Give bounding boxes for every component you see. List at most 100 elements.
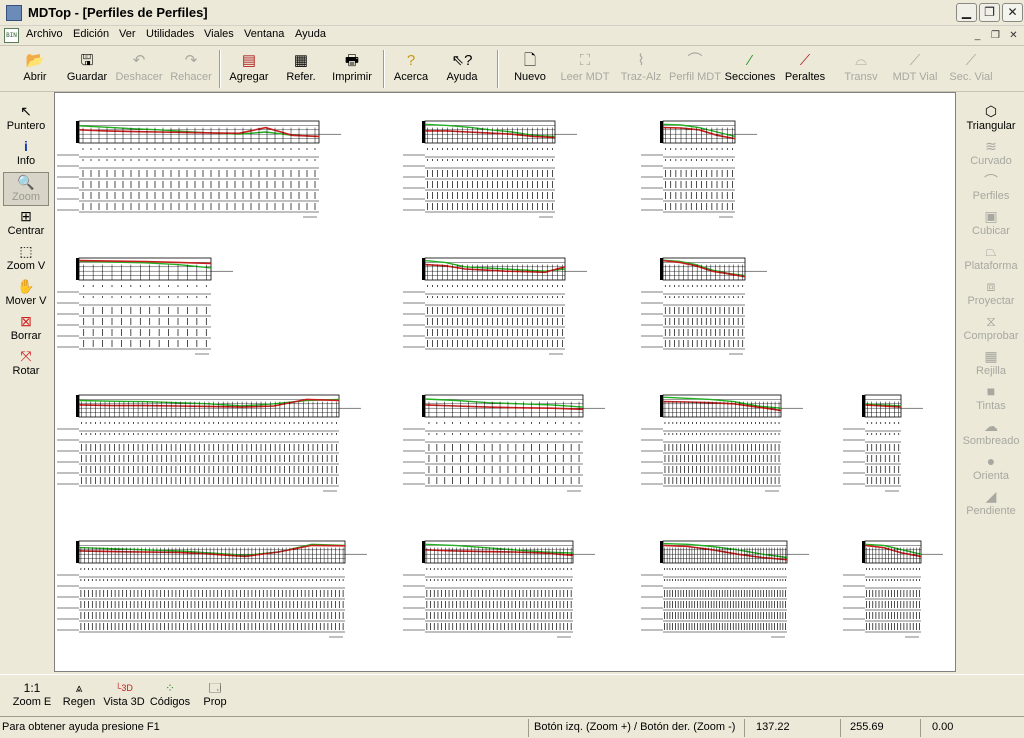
info-tool[interactable]: i Info	[3, 137, 49, 171]
profile-axis-block	[422, 395, 425, 417]
mdi-minimize-button[interactable]: _	[970, 29, 985, 43]
menu-ventana[interactable]: Ventana	[244, 28, 284, 40]
open-button-label: Abrir	[23, 71, 47, 83]
status-separator	[528, 719, 529, 737]
help-pointer-icon: ⇖?	[451, 52, 473, 69]
help-button-label: Ayuda	[446, 71, 478, 83]
info-tool-label: Info	[16, 155, 36, 167]
magnifier-icon: 🔍	[17, 174, 35, 190]
drawing-canvas[interactable]	[54, 92, 956, 672]
save-button[interactable]: 🖫 Guardar	[64, 51, 110, 89]
pan-tool-label: Mover V	[5, 295, 47, 307]
orientation-tool-label: Orienta	[972, 470, 1010, 482]
profile-axis-block	[862, 541, 865, 563]
erase-tool-label: Borrar	[10, 330, 42, 342]
regen-label: Regen	[62, 696, 96, 708]
mdi-close-button[interactable]: ✕	[1006, 29, 1021, 43]
bottom-toolbar: 1:1 Zoom E ⩓ Regen └3D Vista 3D ⁘ Códigos 🗔 P…	[0, 674, 1024, 714]
mdt-vial-button[interactable]: ⟋ MDT Vial	[890, 51, 940, 89]
hand-pan-icon: ✋	[17, 278, 35, 294]
volume-tool[interactable]: ▣ Cubicar	[960, 207, 1022, 241]
profile-mdt-button[interactable]: ⌒ Perfil MDT	[668, 51, 722, 89]
slope-tool[interactable]: ◢ Pendiente	[960, 487, 1022, 521]
mdt-vial-button-label: MDT Vial	[892, 71, 938, 83]
close-button[interactable]: ✕	[1002, 3, 1023, 22]
reference-button[interactable]: ▦ Refer.	[282, 51, 320, 89]
mdi-restore-button[interactable]: ❐	[988, 29, 1003, 43]
minimize-button[interactable]: ▁	[956, 3, 977, 22]
orientation-tool[interactable]: ● Orienta	[960, 452, 1022, 486]
document-icon[interactable]: BIN	[4, 28, 19, 43]
view-3d-icon: └3D	[115, 683, 133, 693]
status-help-text: Para obtener ayuda presione F1	[2, 721, 160, 733]
project-tool[interactable]: ⧈ Proyectar	[960, 277, 1022, 311]
view-3d-label: Vista 3D	[103, 696, 145, 708]
cross-section-icon: ⌓	[855, 52, 867, 69]
ink-tool[interactable]: ■ Tintas	[960, 382, 1022, 416]
pointer-tool[interactable]: ↖ Puntero	[3, 102, 49, 136]
zoom-extents-button[interactable]: 1:1 Zoom E	[12, 681, 52, 713]
view-3d-button[interactable]: └3D Vista 3D	[102, 681, 146, 713]
center-tool-label: Centrar	[7, 225, 45, 237]
profile-mdt-icon: ⌒	[687, 52, 703, 69]
status-separator	[744, 719, 745, 737]
triangulate-tool[interactable]: ⬡ Triangular	[960, 102, 1022, 136]
profile-axis-block	[422, 121, 425, 143]
platform-tool[interactable]: ⏢ Plataforma	[960, 242, 1022, 276]
grid-tool[interactable]: ▦ Rejilla	[960, 347, 1022, 381]
zoom-window-tool[interactable]: ⬚ Zoom V	[3, 242, 49, 276]
info-icon: i	[24, 138, 28, 154]
help-button[interactable]: ⇖? Ayuda	[442, 51, 482, 89]
add-button[interactable]: ▤ Agregar	[226, 51, 272, 89]
title-bar: MDTop - [Perfiles de Perfiles] ▁ ❐ ✕	[0, 0, 1024, 26]
undo-button[interactable]: ↶ Deshacer	[114, 51, 164, 89]
check-tool[interactable]: ⧖ Comprobar	[960, 312, 1022, 346]
add-button-label: Agregar	[229, 71, 269, 83]
restore-button[interactable]: ❐	[979, 3, 1000, 22]
left-toolbox: ↖ Puntero i Info 🔍 Zoom ⊞ Centrar ⬚ Zoom V ✋ M…	[0, 92, 52, 672]
pan-tool[interactable]: ✋ Mover V	[3, 277, 49, 311]
transv-button[interactable]: ⌓ Transv	[840, 51, 882, 89]
menu-edicion[interactable]: Edición	[73, 28, 109, 40]
regen-button[interactable]: ⩓ Regen	[60, 681, 98, 713]
zoom-tool[interactable]: 🔍 Zoom	[3, 172, 49, 206]
contour-tool[interactable]: ≋ Curvado	[960, 137, 1022, 171]
erase-tool[interactable]: ⊠ Borrar	[3, 312, 49, 346]
redo-button[interactable]: ↷ Rehacer	[168, 51, 214, 89]
right-toolbox: ⬡ Triangular ≋ Curvado ⌒ Perfiles ▣ Cubicar …	[958, 92, 1024, 672]
menu-archivo[interactable]: Archivo	[26, 28, 63, 40]
open-button[interactable]: 📂 Abrir	[14, 51, 56, 89]
codes-button[interactable]: ⁘ Códigos	[148, 681, 192, 713]
profiles-drawing	[57, 120, 943, 638]
menu-ver[interactable]: Ver	[119, 28, 136, 40]
about-button[interactable]: ? Acerca	[390, 51, 432, 89]
traz-alz-button[interactable]: ⌇ Traz-Alz	[616, 51, 666, 89]
orientation-sphere-icon: ●	[986, 453, 996, 469]
read-mdt-button[interactable]: ⛶ Leer MDT	[560, 51, 610, 89]
slope-tool-label: Pendiente	[966, 505, 1016, 517]
toolbar-separator	[497, 50, 499, 88]
print-button[interactable]: 🖶 Imprimir	[328, 51, 376, 89]
project-icon: ⧈	[986, 278, 996, 294]
sections-button[interactable]: ⁄ Secciones	[724, 51, 776, 89]
new-button-label: Nuevo	[514, 71, 546, 83]
properties-button[interactable]: 🗔 Prop	[200, 681, 230, 713]
check-tool-label: Comprobar	[963, 330, 1019, 342]
profiles-tool-label: Perfiles	[972, 190, 1010, 202]
read-mdt-icon: ⛶	[579, 52, 591, 69]
pointer-tool-label: Puntero	[6, 120, 46, 132]
zoom-window-tool-label: Zoom V	[6, 260, 46, 272]
menu-utilidades[interactable]: Utilidades	[146, 28, 194, 40]
zoom-extents-label: Zoom E	[12, 696, 52, 708]
superelevation-button[interactable]: ⟋ Peraltes	[782, 51, 828, 89]
menu-viales[interactable]: Viales	[204, 28, 234, 40]
sec-vial-button[interactable]: ⟋ Sec. Vial	[946, 51, 996, 89]
menu-ayuda[interactable]: Ayuda	[295, 28, 326, 40]
sections-button-label: Secciones	[724, 71, 776, 83]
new-button[interactable]: 🗋 Nuevo	[508, 51, 552, 89]
rotate-tool[interactable]: ⤧ Rotar	[3, 347, 49, 381]
center-tool[interactable]: ⊞ Centrar	[3, 207, 49, 241]
profiles-tool[interactable]: ⌒ Perfiles	[960, 172, 1022, 206]
shading-tool[interactable]: ☁ Sombreado	[960, 417, 1022, 451]
undo-button-label: Deshacer	[115, 71, 163, 83]
